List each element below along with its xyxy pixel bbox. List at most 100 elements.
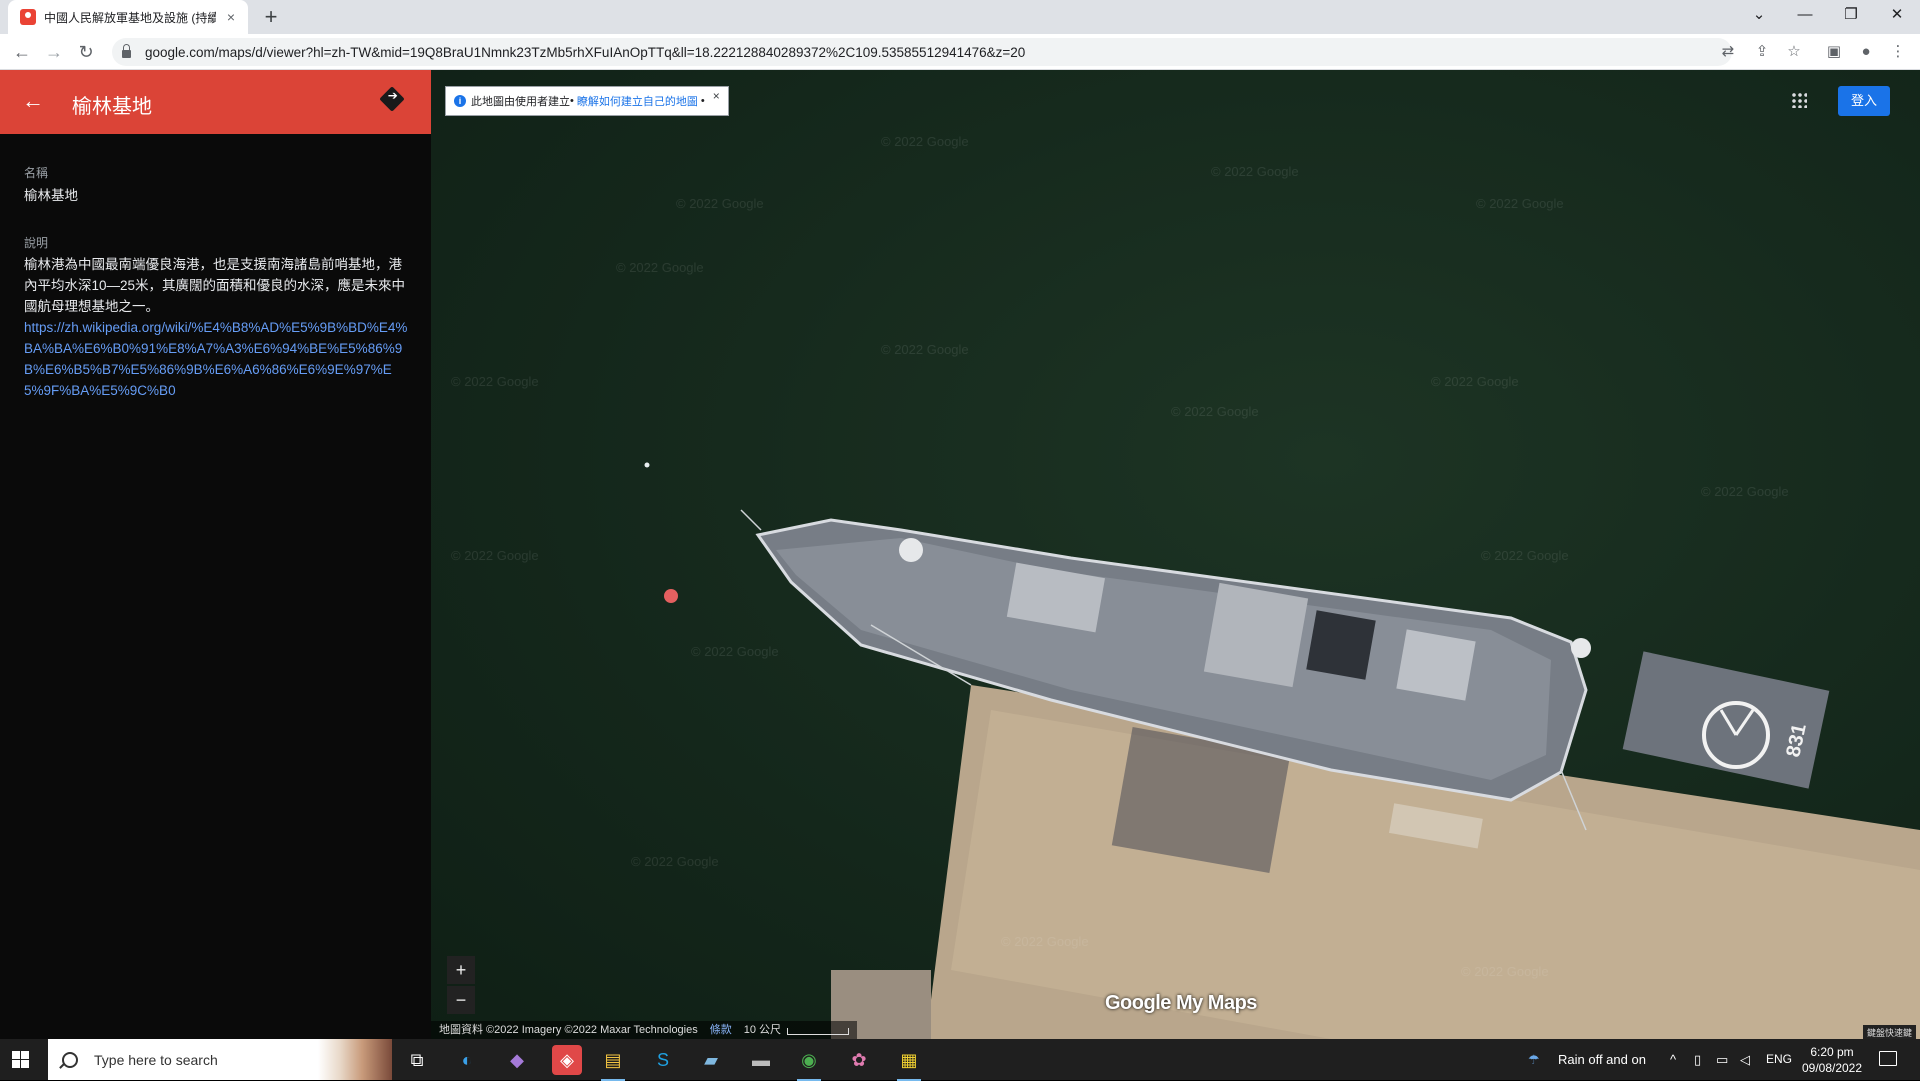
scale-bar [787, 1028, 850, 1035]
svg-text:© 2022 Google: © 2022 Google [631, 854, 719, 869]
description-label: 說明 [24, 236, 49, 250]
reload-button[interactable]: ↻ [72, 38, 100, 66]
chrome-icon[interactable]: ◉ [794, 1045, 824, 1081]
svg-text:© 2022 Google: © 2022 Google [1001, 934, 1089, 949]
svg-text:© 2022 Google: © 2022 Google [881, 134, 969, 149]
scale-label[interactable]: 10 公尺 [744, 1021, 850, 1039]
translate-icon[interactable]: ⇄ [1716, 40, 1740, 64]
svg-text:© 2022 Google: © 2022 Google [1211, 164, 1299, 179]
visual-studio-icon[interactable]: ◆ [502, 1045, 532, 1075]
gun-turret [899, 538, 923, 562]
forward-button[interactable]: → [40, 38, 68, 66]
tab-search-icon[interactable]: ⌄ [1736, 0, 1782, 34]
bookmark-star-icon[interactable]: ☆ [1782, 40, 1806, 64]
description-text: 榆林港為中國最南端優良海港，也是支援南海諸島前哨基地，港內平均水深10—25米，… [24, 257, 406, 314]
chrome-menu-icon[interactable]: ⋮ [1886, 40, 1910, 64]
tab-close-icon[interactable]: × [222, 9, 240, 25]
clock-date: 09/08/2022 [1801, 1061, 1863, 1075]
superstructure [1203, 582, 1309, 688]
maps-favicon-icon [20, 9, 36, 25]
keyboard-shortcuts-badge[interactable]: 鍵盤快速鍵 [1862, 1025, 1916, 1039]
show-hidden-icons-icon[interactable]: ^ [1670, 1039, 1676, 1080]
svg-text:© 2022 Google: © 2022 Google [1461, 964, 1549, 979]
usb-icon[interactable]: ▯ [1694, 1039, 1701, 1080]
zoom-out-button[interactable]: − [447, 986, 475, 1014]
svg-text:© 2022 Google: © 2022 Google [881, 342, 969, 357]
svg-text:© 2022 Google: © 2022 Google [1431, 374, 1519, 389]
apps-grid-icon[interactable] [1791, 92, 1807, 108]
map-attribution: 地圖資料 ©2022 Imagery ©2022 Maxar Technolog… [431, 1021, 858, 1039]
url-text[interactable]: google.com/maps/d/viewer?hl=zh-TW&mid=19… [145, 45, 1025, 60]
terminal-icon[interactable]: ▬ [746, 1045, 776, 1075]
directions-icon[interactable] [379, 86, 405, 112]
clock-time: 6:20 pm [1810, 1045, 1854, 1059]
notice-text: 此地圖由使用者建立 [471, 96, 570, 108]
browser-toolbar: ← → ↻ google.com/maps/d/viewer?hl=zh-TW&… [0, 34, 1920, 70]
svg-text:© 2022 Google: © 2022 Google [1481, 548, 1569, 563]
funnel [1306, 610, 1376, 680]
attribution-text: 地圖資料 ©2022 Imagery ©2022 Maxar Technolog… [439, 1024, 698, 1036]
browser-tab[interactable]: 中國人民解放軍基地及設施 (持續 × [8, 0, 248, 34]
satellite-imagery: 831 © 2022 Google © 2022 Google © 2022 G… [451, 134, 1920, 1039]
lock-icon[interactable] [122, 44, 131, 58]
panel-header: ← 榆林基地 [0, 70, 431, 134]
back-arrow-icon[interactable]: ← [22, 88, 44, 114]
share-icon[interactable]: ⇪ [1750, 40, 1774, 64]
google-my-maps-logo: Google My Maps [1105, 992, 1257, 1014]
minimize-button[interactable]: — [1782, 0, 1828, 34]
svg-text:© 2022 Google: © 2022 Google [616, 260, 704, 275]
name-label: 名稱 [24, 166, 49, 180]
svg-text:© 2022 Google: © 2022 Google [1476, 196, 1564, 211]
wikipedia-link[interactable]: https://zh.wikipedia.org/wiki/%E4%B8%AD%… [24, 317, 409, 401]
learn-create-map-link[interactable]: 瞭解如何建立自己的地圖 [577, 93, 698, 109]
back-button[interactable]: ← [8, 38, 36, 66]
sign-in-button[interactable]: 登入 [1838, 86, 1890, 116]
search-icon [62, 1051, 78, 1068]
network-icon[interactable]: ▭ [1716, 1039, 1728, 1080]
description-body: 榆林港為中國最南端優良海港，也是支援南海諸島前哨基地，港內平均水深10—25米，… [24, 254, 409, 401]
input-language[interactable]: ENG [1766, 1039, 1792, 1080]
search-placeholder: Type here to search [94, 1051, 218, 1068]
side-panel-icon[interactable]: ▣ [1822, 40, 1846, 64]
restore-button[interactable]: ❐ [1828, 0, 1874, 34]
svg-text:© 2022 Google: © 2022 Google [691, 644, 779, 659]
volume-icon[interactable]: ◁ [1740, 1039, 1750, 1080]
notes-app-icon[interactable]: ▰ [696, 1045, 726, 1075]
task-view-icon[interactable]: ⧉ [402, 1045, 432, 1075]
panel-title: 榆林基地 [72, 96, 152, 118]
feature-detail-panel: ← 榆林基地 名稱 榆林基地 說明 榆林港為中國最南端優良海港，也是支援南海諸島… [0, 70, 431, 1039]
notification-center-icon[interactable] [1879, 1051, 1897, 1066]
satellite-map[interactable]: 831 © 2022 Google © 2022 Google © 2022 G… [431, 70, 1920, 1039]
search-highlight-image [318, 1039, 392, 1080]
paint-icon[interactable]: ✿ [844, 1045, 874, 1075]
svg-text:© 2022 Google: © 2022 Google [676, 196, 764, 211]
new-tab-button[interactable]: + [258, 4, 284, 30]
red-buoy [664, 589, 678, 603]
profile-icon[interactable]: ● [1854, 40, 1878, 64]
close-notice-icon[interactable]: × [713, 89, 720, 103]
windows-start-icon[interactable] [12, 1051, 29, 1068]
tab-title: 中國人民解放軍基地及設施 (持續 [44, 10, 216, 25]
tab-strip: 中國人民解放軍基地及設施 (持續 × + ⌄ — ❐ ✕ [0, 0, 1920, 34]
info-icon: i [454, 95, 466, 107]
white-buoy [644, 462, 650, 468]
weather-icon[interactable]: ☂ [1528, 1039, 1540, 1080]
name-value: 榆林基地 [24, 188, 78, 203]
edge-icon[interactable]: ◐ [452, 1045, 482, 1075]
anydesk-icon[interactable]: ◈ [552, 1045, 582, 1075]
sticky-notes-icon[interactable]: ▦ [894, 1045, 924, 1081]
weather-text[interactable]: Rain off and on [1558, 1039, 1646, 1080]
svg-text:© 2022 Google: © 2022 Google [1701, 484, 1789, 499]
user-map-notice: i 此地圖由使用者建立 • 瞭解如何建立自己的地圖 • × [445, 86, 729, 116]
taskbar-search[interactable]: Type here to search [48, 1039, 392, 1080]
file-explorer-icon[interactable]: ▤ [598, 1045, 628, 1081]
close-window-button[interactable]: ✕ [1874, 0, 1920, 34]
zoom-in-button[interactable]: + [447, 956, 475, 984]
skype-icon[interactable]: S [648, 1045, 678, 1075]
svg-text:© 2022 Google: © 2022 Google [451, 548, 539, 563]
system-clock[interactable]: 6:20 pm 09/08/2022 [1800, 1044, 1864, 1076]
svg-text:© 2022 Google: © 2022 Google [1171, 404, 1259, 419]
windows-taskbar: Type here to search ⧉ ◐ ◆ ◈ ▤ S ▰ ▬ ◉ ✿ … [0, 1039, 1920, 1081]
address-bar[interactable]: google.com/maps/d/viewer?hl=zh-TW&mid=19… [112, 38, 1732, 66]
terms-link[interactable]: 條款 [710, 1021, 732, 1039]
